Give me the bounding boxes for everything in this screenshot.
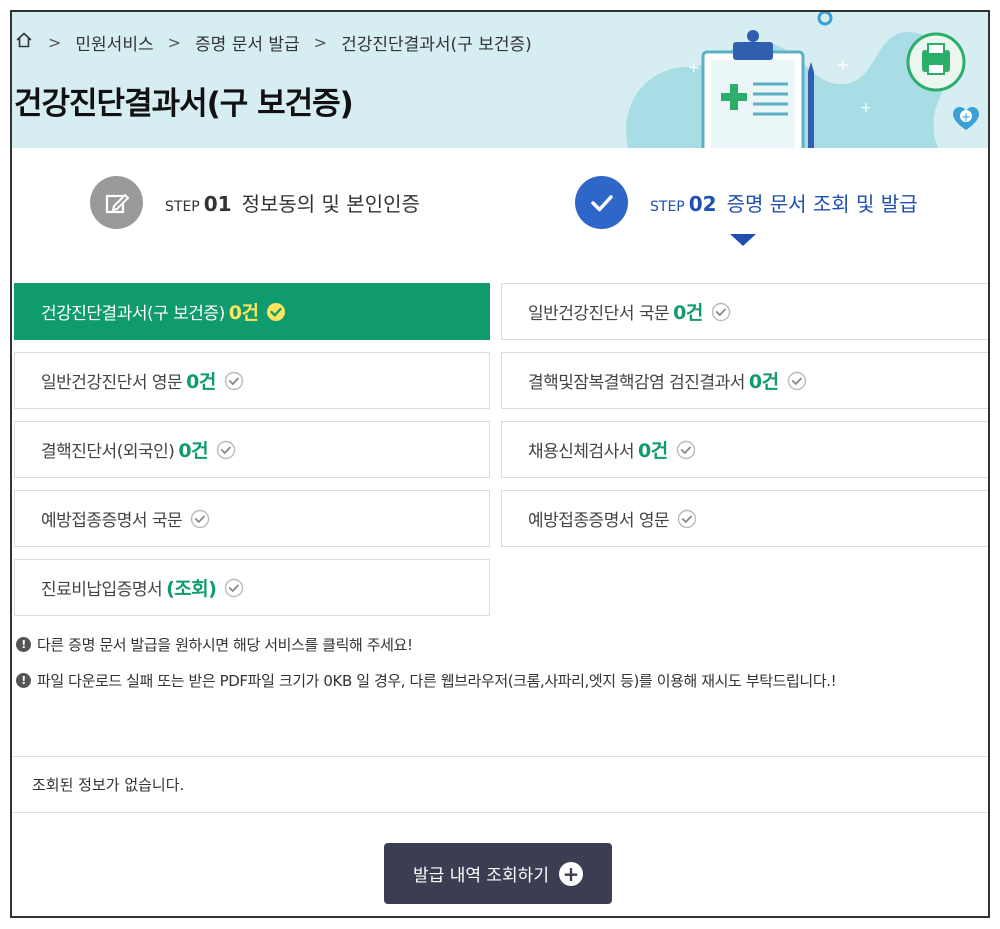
doc-vaccination-kr[interactable]: 예방접종증명서 국문 <box>14 490 490 547</box>
home-icon[interactable] <box>14 32 34 53</box>
doc-label: 일반건강진단서 국문 <box>528 304 670 324</box>
step-02-label: STEP 02 증명 문서 조회 및 발급 <box>650 188 918 217</box>
notice-text: 파일 다운로드 실패 또는 받은 PDF파일 크기가 0KB 일 경우, 다른 … <box>37 672 837 690</box>
notice-download-failure: ! 파일 다운로드 실패 또는 받은 PDF파일 크기가 0KB 일 경우, 다… <box>16 670 837 691</box>
check-circle-icon <box>216 440 236 460</box>
issue-history-label: 발급 내역 조회하기 <box>413 866 549 886</box>
doc-label: 진료비납입증명서 <box>41 580 163 600</box>
edit-icon <box>90 176 143 229</box>
doc-medical-payment[interactable]: 진료비납입증명서 (조회) <box>14 559 490 616</box>
alert-icon: ! <box>16 673 31 688</box>
doc-query-tag: (조회) <box>166 578 217 600</box>
result-empty-message: 조회된 정보가 없습니다. <box>12 756 988 813</box>
result-text: 조회된 정보가 없습니다. <box>32 776 185 794</box>
step-number: 01 <box>203 192 232 216</box>
page-header: > 민원서비스 > 증명 문서 발급 > 건강진단결과서(구 보건증) 건강진단… <box>12 12 988 148</box>
doc-count: 0건 <box>637 440 668 462</box>
doc-count: 0건 <box>228 302 259 324</box>
page-title: 건강진단결과서(구 보건증) <box>14 86 354 122</box>
doc-label: 결핵진단서(외국인) <box>41 442 175 462</box>
doc-tuberculosis-screening[interactable]: 결핵및잠복결핵감염 검진결과서 0건 <box>501 352 988 409</box>
notice-click-service: ! 다른 증명 문서 발급을 원하시면 해당 서비스를 클릭해 주세요! <box>16 634 413 655</box>
step-02: STEP 02 증명 문서 조회 및 발급 <box>575 176 918 229</box>
doc-health-checkup-result[interactable]: 건강진단결과서(구 보건증) 0건 <box>14 283 490 340</box>
doc-general-health-kr[interactable]: 일반건강진단서 국문 0건 <box>501 283 988 340</box>
check-circle-icon <box>224 371 244 391</box>
check-circle-icon <box>224 578 244 598</box>
notice-text: 다른 증명 문서 발급을 원하시면 해당 서비스를 클릭해 주세요! <box>37 636 413 654</box>
doc-label: 일반건강진단서 영문 <box>41 373 183 393</box>
check-circle-icon <box>190 509 210 529</box>
breadcrumb-separator: > <box>48 33 62 52</box>
step-01: STEP 01 정보동의 및 본인인증 <box>90 176 420 229</box>
breadcrumb-item-current: 건강진단결과서(구 보건증) <box>341 35 532 55</box>
check-circle-icon <box>711 302 731 322</box>
page-frame: > 민원서비스 > 증명 문서 발급 > 건강진단결과서(구 보건증) 건강진단… <box>10 10 990 918</box>
svg-text:+: + <box>836 55 849 74</box>
check-circle-icon <box>677 509 697 529</box>
doc-tuberculosis-foreigner[interactable]: 결핵진단서(외국인) 0건 <box>14 421 490 478</box>
doc-count: 0건 <box>186 371 216 393</box>
plus-icon: + <box>558 861 583 886</box>
check-circle-icon <box>787 371 807 391</box>
step-01-label: STEP 01 정보동의 및 본인인증 <box>165 188 420 217</box>
svg-text:+: + <box>860 100 872 116</box>
check-circle-icon <box>266 302 286 322</box>
doc-count: 0건 <box>748 371 779 393</box>
doc-count: 0건 <box>673 302 703 324</box>
doc-label: 건강진단결과서(구 보건증) <box>41 304 225 324</box>
step-title: 정보동의 및 본인인증 <box>241 192 420 216</box>
breadcrumb-item-civil-service[interactable]: 민원서비스 <box>75 30 153 55</box>
doc-employment-physical[interactable]: 채용신체검사서 0건 <box>501 421 988 478</box>
doc-count: 0건 <box>178 440 209 462</box>
chevron-down-icon <box>730 234 756 246</box>
breadcrumb-separator: > <box>313 33 328 52</box>
breadcrumb-item-certificate[interactable]: 증명 문서 발급 <box>195 30 300 55</box>
step-prefix: STEP <box>165 199 200 215</box>
check-circle-icon <box>676 440 696 460</box>
svg-text:+: + <box>688 60 700 76</box>
doc-label: 결핵및잠복결핵감염 검진결과서 <box>528 373 745 393</box>
doc-general-health-en[interactable]: 일반건강진단서 영문 0건 <box>14 352 490 409</box>
step-title: 증명 문서 조회 및 발급 <box>726 192 918 216</box>
health-clipboard-illustration: + + + + <box>626 12 979 148</box>
doc-vaccination-en[interactable]: 예방접종증명서 영문 <box>501 490 988 547</box>
check-icon <box>575 176 628 229</box>
step-number: 02 <box>688 192 717 216</box>
svg-text:+: + <box>961 110 971 124</box>
doc-label: 채용신체검사서 <box>528 442 634 462</box>
alert-icon: ! <box>16 637 31 652</box>
breadcrumb-separator: > <box>167 33 182 52</box>
doc-label: 예방접종증명서 국문 <box>41 511 183 531</box>
breadcrumb: > 민원서비스 > 증명 문서 발급 > 건강진단결과서(구 보건증) <box>14 30 532 55</box>
issue-history-button[interactable]: 발급 내역 조회하기 + <box>384 843 612 904</box>
step-prefix: STEP <box>650 199 685 215</box>
doc-label: 예방접종증명서 영문 <box>528 511 670 531</box>
